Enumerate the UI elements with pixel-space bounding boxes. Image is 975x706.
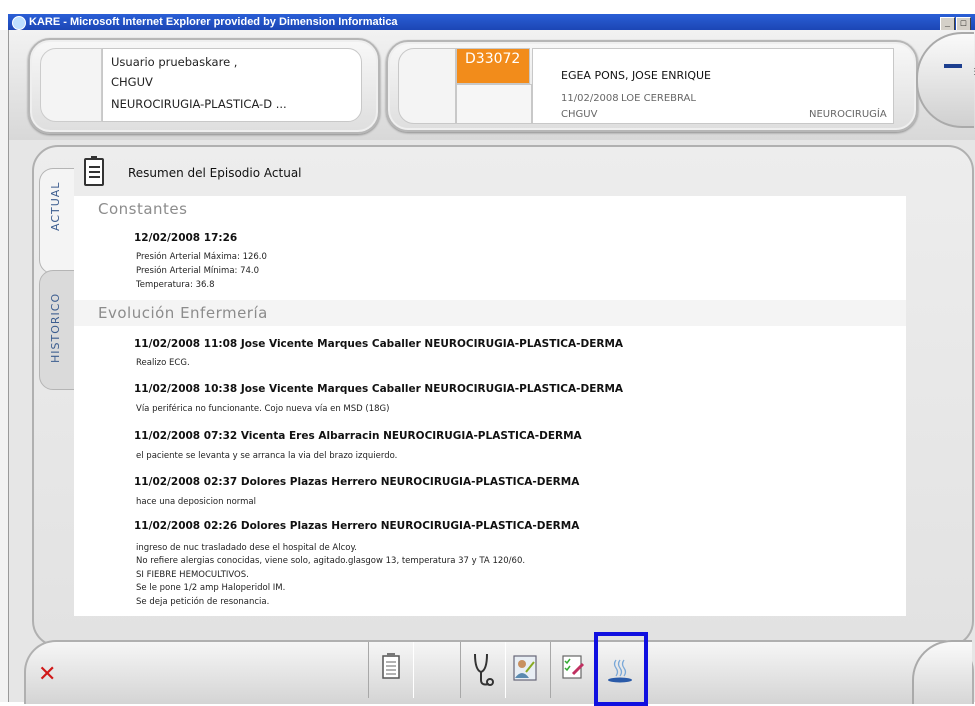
evolucion-title: Evolución Enfermería (74, 300, 906, 326)
minus-icon (944, 64, 962, 68)
window-title: KARE - Microsoft Internet Explorer provi… (29, 16, 398, 28)
doctor-report-icon (513, 655, 537, 681)
evolution-entry-text: Realizo ECG. (136, 358, 190, 368)
tab-actual[interactable]: ACTUAL (39, 168, 74, 274)
patient-panel-left (398, 48, 456, 124)
selected-tool-highlight (594, 632, 648, 706)
internet-explorer-icon (12, 16, 26, 30)
constantes-title: Constantes (98, 200, 188, 218)
constantes-section: Constantes 12/02/2008 17:26 Presión Arte… (74, 196, 906, 300)
tab-historico-label: HISTORICO (49, 292, 62, 363)
minimize-icon[interactable]: _ (940, 17, 955, 31)
user-name: Usuario pruebaskare , (111, 55, 238, 69)
summary-clipboard-icon (382, 653, 400, 679)
patient-service: NEUROCIRUGÍA (809, 109, 887, 120)
evolucion-section: Evolución Enfermería 11/02/2008 11:08 Jo… (74, 300, 906, 616)
evolution-entry-header: 11/02/2008 07:32 Vicenta Eres Albarracin… (134, 430, 582, 442)
user-panel-left (40, 48, 102, 122)
constantes-line: Presión Arterial Mínima: 74.0 (136, 266, 260, 276)
tab-historico[interactable]: HISTORICO (39, 270, 75, 390)
tab-actual-label: ACTUAL (49, 181, 62, 231)
checklist-edit-button[interactable] (550, 642, 596, 698)
patient-info-box: EGEA PONS, JOSE ENRIQUE ♂ 36a 782379 11/… (532, 48, 975, 124)
user-service: NEUROCIRUGIA-PLASTICA-D ... (111, 97, 287, 111)
evolution-entry-text: Se deja petición de resonancia. (136, 597, 270, 607)
left-edge (0, 30, 9, 702)
patient-panel: D33072 EGEA PONS, JOSE ENRIQUE ♂ 36a 782… (386, 40, 975, 132)
patient-diagnosis: LOE CEREBRAL (621, 93, 696, 104)
evolution-entry-text: Se le pone 1/2 amp Haloperidol IM. (136, 583, 286, 593)
evolution-entry-text: el paciente se levanta y se arranca la v… (136, 451, 398, 461)
stethoscope-icon (474, 653, 494, 686)
stethoscope-button[interactable] (460, 642, 506, 698)
window-title-bar: KARE - Microsoft Internet Explorer provi… (8, 14, 975, 31)
evolution-entry-text: hace una deposicion normal (136, 497, 257, 507)
window-controls: _ □ (939, 15, 971, 31)
user-panel: Usuario pruebaskare , CHGUV NEUROCIRUGIA… (28, 38, 380, 134)
checklist-edit-icon (562, 655, 585, 679)
restore-icon[interactable]: □ (956, 17, 971, 31)
evolution-entry-header: 11/02/2008 11:08 Jose Vicente Marques Ca… (134, 338, 624, 350)
close-x-icon[interactable]: ✕ (38, 664, 56, 686)
patient-name: EGEA PONS, JOSE ENRIQUE (561, 69, 711, 82)
patient-date: 11/02/2008 (561, 93, 619, 104)
evolution-entry-header: 11/02/2008 02:26 Dolores Plazas Herrero … (134, 520, 580, 532)
evolution-entry-header: 11/02/2008 10:38 Jose Vicente Marques Ca… (134, 383, 624, 395)
evolution-entry-text: Vía periférica no funcionante. Cojo nuev… (136, 404, 390, 414)
user-center: CHGUV (111, 75, 153, 89)
evolution-entry-header: 11/02/2008 02:37 Dolores Plazas Herrero … (134, 476, 580, 488)
evolution-entry-text: SI FIEBRE HEMOCULTIVOS. (136, 570, 249, 580)
summary-clipboard-icon (84, 156, 104, 186)
summary-tool-button[interactable] (368, 642, 414, 698)
evolution-entry-text: No refiere alergias conocidas, viene sol… (136, 556, 526, 566)
patient-code: D33072 (456, 48, 530, 84)
patient-code-below (456, 84, 532, 124)
patient-center: CHGUV (561, 109, 598, 120)
constantes-line: Temperatura: 36.8 (136, 280, 215, 290)
doctor-report-button[interactable] (502, 642, 546, 698)
evolution-entry-text: ingreso de nuc trasladado dese el hospit… (136, 543, 357, 553)
user-info-box: Usuario pruebaskare , CHGUV NEUROCIRUGIA… (102, 48, 362, 122)
page-title: Resumen del Episodio Actual (128, 166, 302, 180)
constantes-timestamp: 12/02/2008 17:26 (134, 232, 238, 244)
constantes-line: Presión Arterial Máxima: 126.0 (136, 252, 267, 262)
